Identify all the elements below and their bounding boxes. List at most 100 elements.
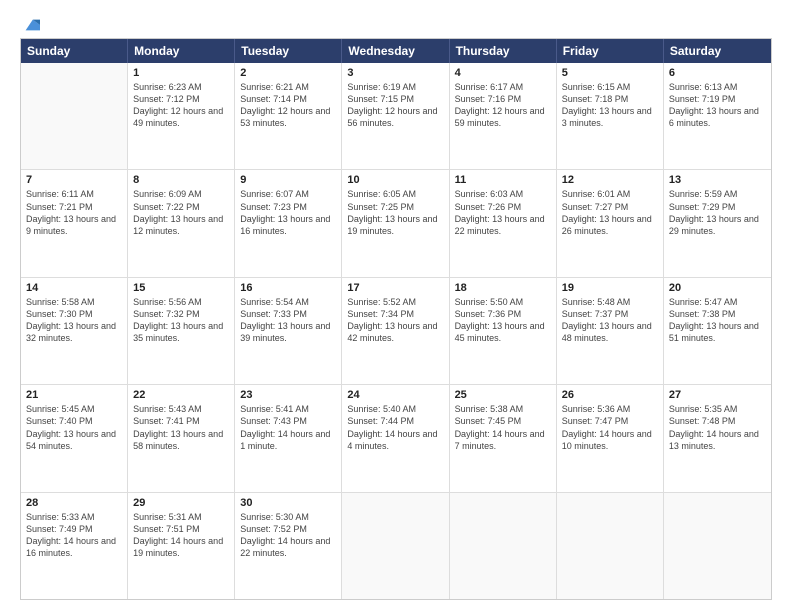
day-info: Sunrise: 6:03 AM Sunset: 7:26 PM Dayligh… (455, 188, 551, 237)
day-info: Sunrise: 5:58 AM Sunset: 7:30 PM Dayligh… (26, 296, 122, 345)
day-number: 16 (240, 282, 336, 294)
day-info: Sunrise: 5:52 AM Sunset: 7:34 PM Dayligh… (347, 296, 443, 345)
day-number: 20 (669, 282, 766, 294)
day-number: 25 (455, 389, 551, 401)
calendar-cell: 9 Sunrise: 6:07 AM Sunset: 7:23 PM Daylig… (235, 170, 342, 276)
calendar-cell: 29 Sunrise: 5:31 AM Sunset: 7:51 PM Dayli… (128, 493, 235, 599)
day-number: 14 (26, 282, 122, 294)
day-info: Sunrise: 5:47 AM Sunset: 7:38 PM Dayligh… (669, 296, 766, 345)
day-info: Sunrise: 5:30 AM Sunset: 7:52 PM Dayligh… (240, 511, 336, 560)
calendar-cell: 4 Sunrise: 6:17 AM Sunset: 7:16 PM Daylig… (450, 63, 557, 169)
day-info: Sunrise: 5:45 AM Sunset: 7:40 PM Dayligh… (26, 403, 122, 452)
calendar-week: 1 Sunrise: 6:23 AM Sunset: 7:12 PM Daylig… (21, 63, 771, 170)
day-info: Sunrise: 5:54 AM Sunset: 7:33 PM Dayligh… (240, 296, 336, 345)
calendar-cell: 1 Sunrise: 6:23 AM Sunset: 7:12 PM Daylig… (128, 63, 235, 169)
day-info: Sunrise: 6:15 AM Sunset: 7:18 PM Dayligh… (562, 81, 658, 130)
calendar-cell: 12 Sunrise: 6:01 AM Sunset: 7:27 PM Dayli… (557, 170, 664, 276)
calendar-cell: 24 Sunrise: 5:40 AM Sunset: 7:44 PM Dayli… (342, 385, 449, 491)
calendar-cell: 3 Sunrise: 6:19 AM Sunset: 7:15 PM Daylig… (342, 63, 449, 169)
day-number: 27 (669, 389, 766, 401)
calendar-cell: 26Sunrise: 5:36 AM Sunset: 7:47 PM Dayli… (557, 385, 664, 491)
calendar-body: 1 Sunrise: 6:23 AM Sunset: 7:12 PM Daylig… (21, 63, 771, 599)
day-info: Sunrise: 5:43 AM Sunset: 7:41 PM Dayligh… (133, 403, 229, 452)
calendar-week: 7Sunrise: 6:11 AM Sunset: 7:21 PM Daylig… (21, 170, 771, 277)
day-info: Sunrise: 6:05 AM Sunset: 7:25 PM Dayligh… (347, 188, 443, 237)
calendar-cell (21, 63, 128, 169)
day-number: 21 (26, 389, 122, 401)
calendar-cell: 13 Sunrise: 5:59 AM Sunset: 7:29 PM Dayli… (664, 170, 771, 276)
day-number: 7 (26, 174, 122, 186)
logo-icon (22, 16, 40, 34)
calendar-cell: 16 Sunrise: 5:54 AM Sunset: 7:33 PM Dayli… (235, 278, 342, 384)
day-number: 5 (562, 67, 658, 79)
day-number: 28 (26, 497, 122, 509)
calendar-cell: 27 Sunrise: 5:35 AM Sunset: 7:48 PM Dayli… (664, 385, 771, 491)
day-number: 29 (133, 497, 229, 509)
calendar-header: SundayMondayTuesdayWednesdayThursdayFrid… (21, 39, 771, 63)
calendar-header-cell: Friday (557, 39, 664, 63)
calendar-cell: 23 Sunrise: 5:41 AM Sunset: 7:43 PM Dayli… (235, 385, 342, 491)
day-number: 8 (133, 174, 229, 186)
calendar-cell: 6 Sunrise: 6:13 AM Sunset: 7:19 PM Daylig… (664, 63, 771, 169)
day-number: 4 (455, 67, 551, 79)
calendar-week: 28 Sunrise: 5:33 AM Sunset: 7:49 PM Dayli… (21, 493, 771, 599)
day-number: 23 (240, 389, 336, 401)
day-info: Sunrise: 5:48 AM Sunset: 7:37 PM Dayligh… (562, 296, 658, 345)
calendar-cell: 20 Sunrise: 5:47 AM Sunset: 7:38 PM Dayli… (664, 278, 771, 384)
calendar-header-cell: Tuesday (235, 39, 342, 63)
calendar-cell: 21 Sunrise: 5:45 AM Sunset: 7:40 PM Dayli… (21, 385, 128, 491)
day-number: 10 (347, 174, 443, 186)
calendar-week: 21 Sunrise: 5:45 AM Sunset: 7:40 PM Dayli… (21, 385, 771, 492)
day-info: Sunrise: 6:09 AM Sunset: 7:22 PM Dayligh… (133, 188, 229, 237)
calendar-header-cell: Sunday (21, 39, 128, 63)
day-info: Sunrise: 5:59 AM Sunset: 7:29 PM Dayligh… (669, 188, 766, 237)
calendar-cell (557, 493, 664, 599)
day-number: 6 (669, 67, 766, 79)
logo (20, 16, 40, 30)
day-info: Sunrise: 6:19 AM Sunset: 7:15 PM Dayligh… (347, 81, 443, 130)
day-number: 18 (455, 282, 551, 294)
day-number: 12 (562, 174, 658, 186)
day-info: Sunrise: 6:17 AM Sunset: 7:16 PM Dayligh… (455, 81, 551, 130)
day-number: 1 (133, 67, 229, 79)
day-number: 13 (669, 174, 766, 186)
day-info: Sunrise: 5:41 AM Sunset: 7:43 PM Dayligh… (240, 403, 336, 452)
day-number: 15 (133, 282, 229, 294)
day-info: Sunrise: 6:07 AM Sunset: 7:23 PM Dayligh… (240, 188, 336, 237)
calendar-cell (342, 493, 449, 599)
day-info: Sunrise: 6:01 AM Sunset: 7:27 PM Dayligh… (562, 188, 658, 237)
calendar-cell: 11 Sunrise: 6:03 AM Sunset: 7:26 PM Dayli… (450, 170, 557, 276)
day-info: Sunrise: 5:31 AM Sunset: 7:51 PM Dayligh… (133, 511, 229, 560)
calendar-cell: 18Sunrise: 5:50 AM Sunset: 7:36 PM Dayli… (450, 278, 557, 384)
day-info: Sunrise: 5:33 AM Sunset: 7:49 PM Dayligh… (26, 511, 122, 560)
calendar-cell: 8 Sunrise: 6:09 AM Sunset: 7:22 PM Daylig… (128, 170, 235, 276)
calendar-cell: 19 Sunrise: 5:48 AM Sunset: 7:37 PM Dayli… (557, 278, 664, 384)
day-info: Sunrise: 5:36 AM Sunset: 7:47 PM Dayligh… (562, 403, 658, 452)
day-number: 2 (240, 67, 336, 79)
day-number: 24 (347, 389, 443, 401)
calendar-header-cell: Saturday (664, 39, 771, 63)
calendar-week: 14 Sunrise: 5:58 AM Sunset: 7:30 PM Dayli… (21, 278, 771, 385)
calendar-cell: 30 Sunrise: 5:30 AM Sunset: 7:52 PM Dayli… (235, 493, 342, 599)
day-info: Sunrise: 5:38 AM Sunset: 7:45 PM Dayligh… (455, 403, 551, 452)
day-info: Sunrise: 5:35 AM Sunset: 7:48 PM Dayligh… (669, 403, 766, 452)
day-info: Sunrise: 6:13 AM Sunset: 7:19 PM Dayligh… (669, 81, 766, 130)
day-info: Sunrise: 6:21 AM Sunset: 7:14 PM Dayligh… (240, 81, 336, 130)
calendar-cell: 7Sunrise: 6:11 AM Sunset: 7:21 PM Daylig… (21, 170, 128, 276)
day-number: 3 (347, 67, 443, 79)
day-number: 9 (240, 174, 336, 186)
calendar-cell: 25 Sunrise: 5:38 AM Sunset: 7:45 PM Dayli… (450, 385, 557, 491)
day-number: 22 (133, 389, 229, 401)
day-number: 17 (347, 282, 443, 294)
day-number: 11 (455, 174, 551, 186)
day-info: Sunrise: 6:23 AM Sunset: 7:12 PM Dayligh… (133, 81, 229, 130)
page: SundayMondayTuesdayWednesdayThursdayFrid… (0, 0, 792, 612)
day-number: 19 (562, 282, 658, 294)
day-info: Sunrise: 5:40 AM Sunset: 7:44 PM Dayligh… (347, 403, 443, 452)
calendar-cell: 2 Sunrise: 6:21 AM Sunset: 7:14 PM Daylig… (235, 63, 342, 169)
day-info: Sunrise: 5:56 AM Sunset: 7:32 PM Dayligh… (133, 296, 229, 345)
calendar-header-cell: Wednesday (342, 39, 449, 63)
day-number: 30 (240, 497, 336, 509)
calendar-header-cell: Thursday (450, 39, 557, 63)
calendar-cell: 10 Sunrise: 6:05 AM Sunset: 7:25 PM Dayli… (342, 170, 449, 276)
